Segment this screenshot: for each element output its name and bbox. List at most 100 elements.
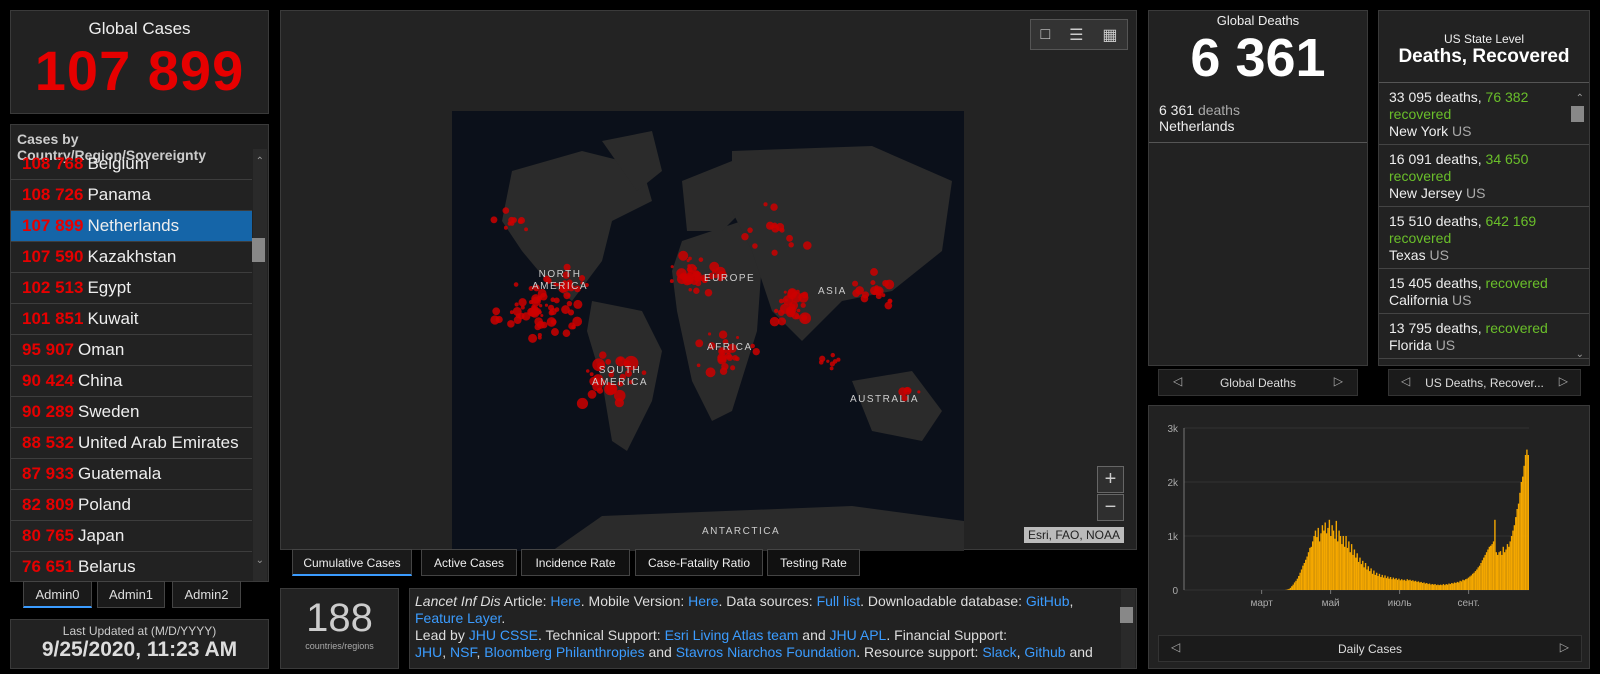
tab-incidence-rate[interactable]: Incidence Rate bbox=[521, 549, 630, 576]
case-bubble[interactable] bbox=[717, 354, 727, 365]
case-bubble[interactable] bbox=[534, 317, 543, 326]
zoom-in-button[interactable]: + bbox=[1097, 466, 1124, 493]
case-bubble[interactable] bbox=[670, 265, 674, 269]
tab-testing-rate[interactable]: Testing Rate bbox=[767, 549, 860, 576]
case-bubble[interactable] bbox=[518, 298, 527, 307]
list-item[interactable]: 82 809 Poland bbox=[11, 490, 252, 521]
case-bubble[interactable] bbox=[778, 298, 784, 304]
case-bubble[interactable] bbox=[874, 286, 879, 292]
mobile-version-link[interactable]: Here bbox=[688, 593, 718, 609]
list-item[interactable]: 90 289 Sweden bbox=[11, 397, 252, 428]
case-bubble[interactable] bbox=[695, 339, 704, 348]
list-item[interactable]: 80 765 Japan bbox=[11, 521, 252, 552]
deaths-detail-row[interactable]: 6 361 deaths Netherlands bbox=[1149, 88, 1367, 143]
case-bubble[interactable] bbox=[571, 324, 576, 330]
case-bubble[interactable] bbox=[550, 318, 557, 325]
nav-prev-icon[interactable]: ◁ bbox=[1401, 374, 1410, 388]
case-bubble[interactable] bbox=[682, 276, 692, 286]
nsf-link[interactable]: NSF bbox=[450, 644, 476, 660]
stavros-link[interactable]: Stavros Niarchos Foundation bbox=[676, 644, 857, 660]
list-item[interactable]: 107 899 Netherlands bbox=[11, 211, 252, 242]
case-bubble[interactable] bbox=[492, 307, 501, 316]
case-bubble[interactable] bbox=[774, 308, 779, 314]
bookmark-icon[interactable]: □ bbox=[1040, 26, 1050, 44]
list-item[interactable]: 88 532 United Arab Emirates bbox=[11, 428, 252, 459]
case-bubble[interactable] bbox=[887, 298, 893, 304]
case-bubble[interactable] bbox=[678, 250, 689, 261]
case-bubble[interactable] bbox=[796, 308, 801, 313]
case-bubble[interactable] bbox=[747, 227, 753, 233]
case-bubble[interactable] bbox=[513, 316, 522, 325]
zoom-out-button[interactable]: − bbox=[1097, 494, 1124, 521]
case-bubble[interactable] bbox=[576, 397, 589, 410]
case-bubble[interactable] bbox=[917, 390, 921, 394]
scroll-up-icon[interactable]: ⌃ bbox=[256, 156, 264, 167]
case-bubble[interactable] bbox=[799, 312, 812, 325]
list-item[interactable]: 107 590 Kazakhstan bbox=[11, 242, 252, 273]
case-bubble[interactable] bbox=[784, 298, 788, 302]
tab-case-fatality-ratio[interactable]: Case-Fatality Ratio bbox=[635, 549, 763, 576]
case-bubble[interactable] bbox=[790, 306, 796, 311]
case-bubble[interactable] bbox=[826, 359, 830, 363]
case-bubble[interactable] bbox=[561, 305, 570, 314]
bloomberg-link[interactable]: Bloomberg Philanthropies bbox=[484, 644, 644, 660]
list-item[interactable]: 101 851 Kuwait bbox=[11, 304, 252, 335]
case-bubble[interactable] bbox=[507, 320, 515, 328]
case-bubble[interactable] bbox=[704, 288, 713, 297]
case-bubble[interactable] bbox=[513, 282, 519, 287]
github-support-link[interactable]: Github bbox=[1024, 644, 1065, 660]
case-bubble[interactable] bbox=[502, 207, 510, 214]
case-bubble[interactable] bbox=[709, 261, 720, 272]
case-bubble[interactable] bbox=[836, 357, 841, 362]
case-bubble[interactable] bbox=[539, 304, 543, 308]
case-bubble[interactable] bbox=[698, 257, 704, 262]
tab-admin0[interactable]: Admin0 bbox=[23, 581, 92, 608]
case-bubble[interactable] bbox=[605, 358, 612, 365]
case-bubble[interactable] bbox=[855, 286, 864, 295]
case-bubble[interactable] bbox=[787, 288, 798, 298]
list-item[interactable]: 95 907 Oman bbox=[11, 335, 252, 366]
case-bubble[interactable] bbox=[852, 280, 859, 287]
case-bubble[interactable] bbox=[514, 302, 519, 307]
qr-icon[interactable]: ▦ bbox=[1102, 25, 1117, 45]
case-bubble[interactable] bbox=[830, 352, 836, 358]
case-bubble[interactable] bbox=[524, 227, 529, 232]
github-link[interactable]: GitHub bbox=[1026, 593, 1070, 609]
case-bubble[interactable] bbox=[585, 369, 590, 373]
article-link[interactable]: Here bbox=[550, 593, 580, 609]
case-bubble[interactable] bbox=[800, 302, 806, 308]
case-bubble[interactable] bbox=[614, 398, 624, 408]
case-bubble[interactable] bbox=[503, 225, 508, 230]
nav-next-icon[interactable]: ▷ bbox=[1560, 640, 1569, 654]
case-bubble[interactable] bbox=[540, 313, 544, 317]
esri-living-atlas-link[interactable]: Esri Living Atlas team bbox=[665, 627, 799, 643]
case-bubble[interactable] bbox=[708, 332, 712, 336]
cases-list-scroll-thumb[interactable] bbox=[252, 238, 265, 262]
case-bubble[interactable] bbox=[798, 292, 809, 303]
case-bubble[interactable] bbox=[881, 293, 886, 298]
world-map[interactable]: NORTH AMERICA EUROPE ASIA AFRICA SOUTH A… bbox=[452, 111, 964, 551]
case-bubble[interactable] bbox=[517, 218, 523, 224]
case-bubble[interactable] bbox=[904, 387, 910, 393]
nav-prev-icon[interactable]: ◁ bbox=[1171, 640, 1180, 654]
list-item[interactable]: 16 091 deaths, 34 650 recovered New Jersey… bbox=[1379, 145, 1589, 207]
case-bubble[interactable] bbox=[803, 241, 812, 250]
jhu-apl-link[interactable]: JHU APL bbox=[830, 627, 887, 643]
case-bubble[interactable] bbox=[734, 357, 739, 361]
case-bubble[interactable] bbox=[870, 268, 878, 276]
case-bubble[interactable] bbox=[752, 347, 760, 356]
case-bubble[interactable] bbox=[786, 234, 793, 242]
nav-prev-icon[interactable]: ◁ bbox=[1173, 374, 1182, 388]
list-item[interactable]: 87 933 Guatemala bbox=[11, 459, 252, 490]
list-item[interactable]: 13 795 deaths, recovered Florida US bbox=[1379, 314, 1589, 359]
case-bubble[interactable] bbox=[752, 243, 758, 249]
tab-cumulative-cases[interactable]: Cumulative Cases bbox=[292, 549, 412, 576]
cases-list-scrollbar[interactable] bbox=[253, 149, 267, 581]
case-bubble[interactable] bbox=[705, 367, 716, 378]
case-bubble[interactable] bbox=[769, 316, 780, 327]
case-bubble[interactable] bbox=[490, 216, 498, 224]
case-bubble[interactable] bbox=[587, 390, 597, 399]
case-bubble[interactable] bbox=[783, 290, 787, 294]
case-bubble[interactable] bbox=[726, 354, 734, 361]
case-bubble[interactable] bbox=[573, 299, 583, 309]
